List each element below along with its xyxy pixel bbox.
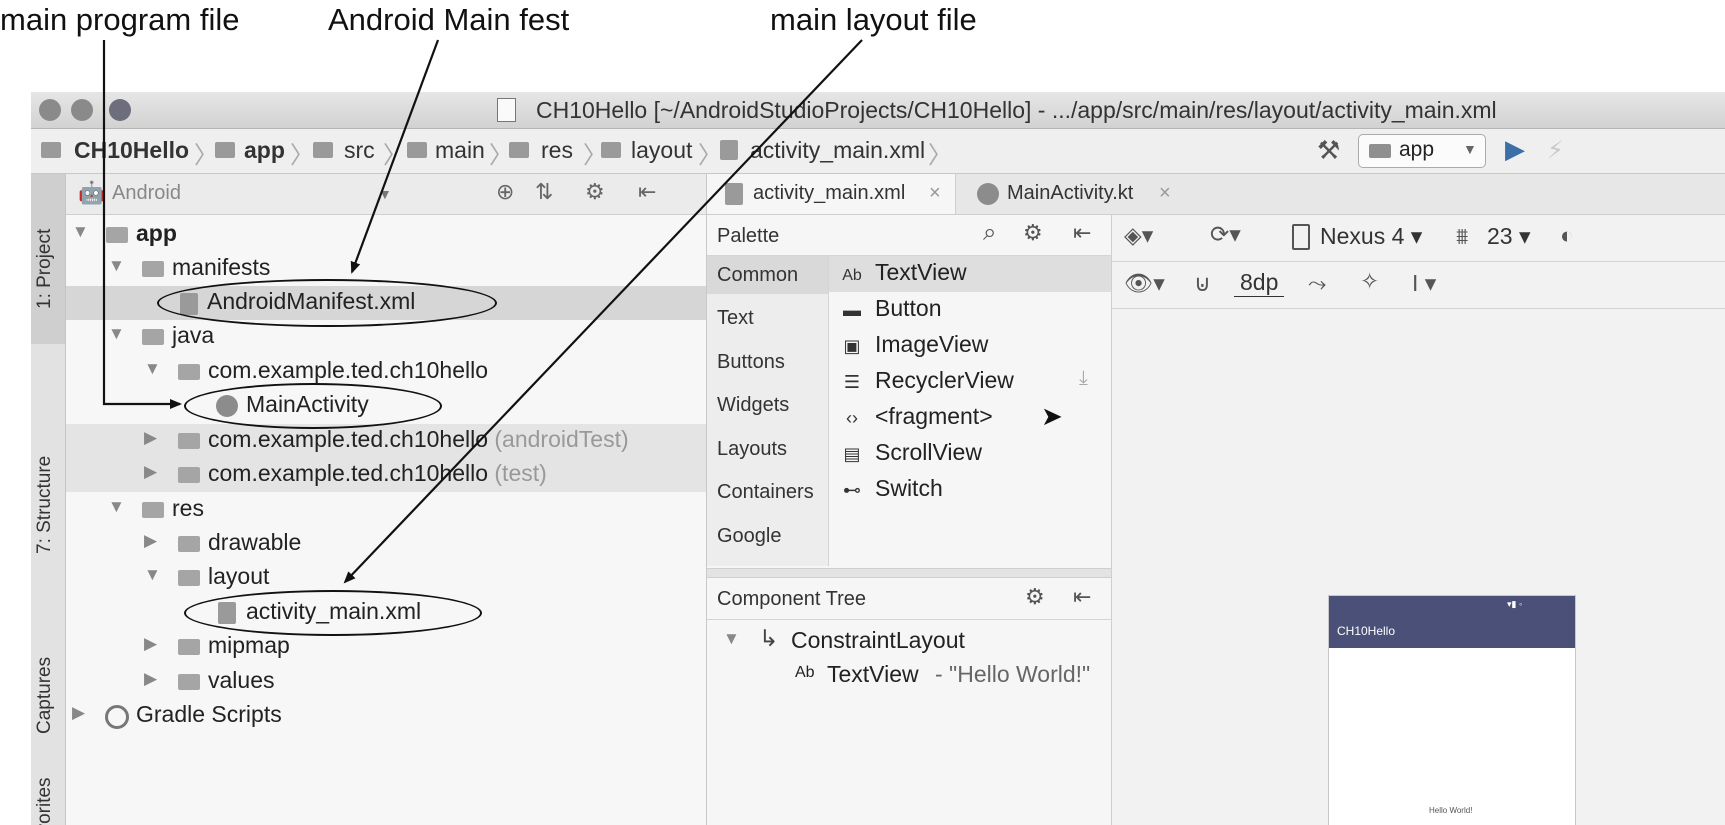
arrow-layout <box>343 39 863 584</box>
arrow-main-program <box>102 40 182 409</box>
annotation-arrows <box>102 39 863 584</box>
arrow-manifest <box>350 39 440 274</box>
